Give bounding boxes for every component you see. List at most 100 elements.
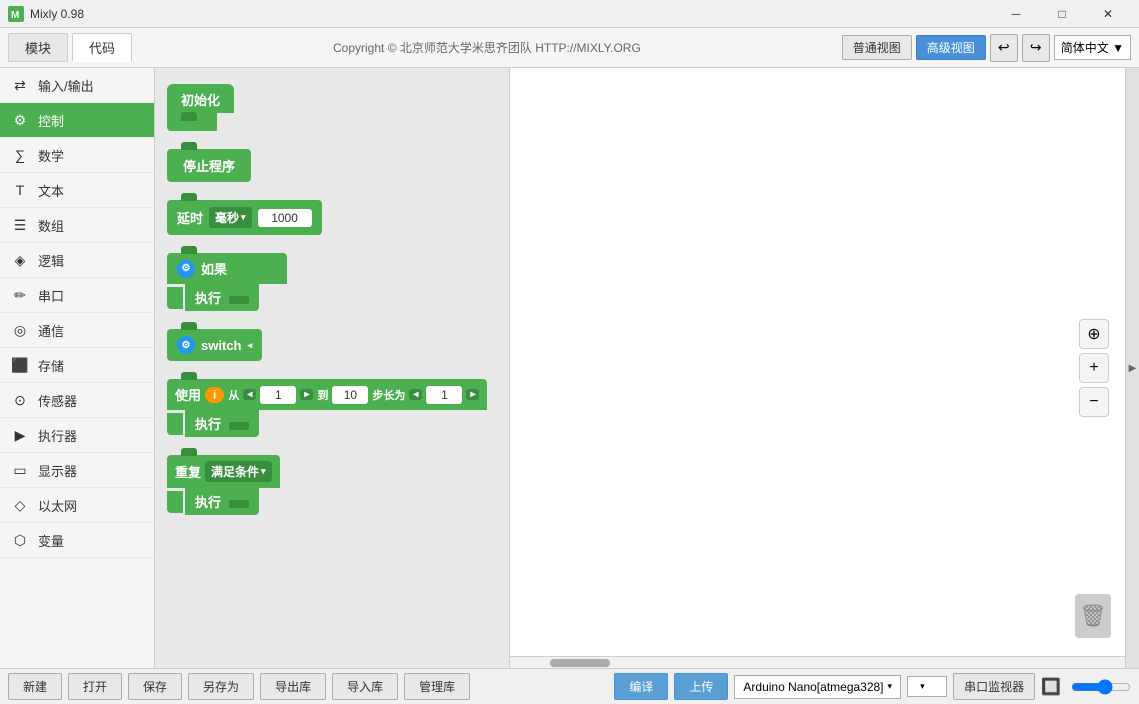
language-select[interactable]: 简体中文 ▼ [1054, 35, 1131, 60]
undo-button[interactable]: ↩ [990, 34, 1018, 62]
board-select[interactable]: Arduino Nano[atmega328] ▾ [734, 675, 901, 699]
while-chevron-down-icon: ▾ [261, 466, 266, 477]
export-lib-button[interactable]: 导出库 [260, 673, 326, 700]
sidebar: ⇄ 输入/输出 ⚙ 控制 ∑ 数学 T 文本 ☰ 数组 ◈ 逻辑 [0, 68, 155, 668]
horizontal-scrollbar[interactable] [510, 656, 1125, 668]
block-init[interactable]: 初始化 [167, 84, 497, 131]
block-switch[interactable]: ⚙ switch ◂ [167, 329, 497, 361]
tab-code[interactable]: 代码 [72, 33, 132, 62]
chevron-down-icon: ▾ [241, 212, 246, 223]
svg-text:M: M [11, 10, 19, 21]
block-for-sub-label: 执行 [195, 417, 221, 432]
view-advanced-button[interactable]: 高级视图 [916, 35, 986, 60]
sidebar-item-label: 存储 [38, 356, 64, 375]
chevron-right2-icon: ▸ [466, 389, 479, 400]
scrollbar-thumb [550, 659, 610, 667]
sidebar-item-variable[interactable]: ⬡ 变量 [0, 523, 154, 558]
block-if[interactable]: ⚙ 如果 执行 [167, 253, 497, 311]
slider-area [1071, 679, 1131, 695]
variable-icon: ⬡ [10, 530, 30, 550]
save-as-button[interactable]: 另存为 [188, 673, 254, 700]
zoom-fit-button[interactable]: ⊕ [1079, 319, 1109, 349]
block-while[interactable]: 重复 满足条件 ▾ 执行 [167, 455, 497, 515]
serial-monitor-button[interactable]: 串口监视器 [953, 673, 1035, 700]
new-button[interactable]: 新建 [8, 673, 62, 700]
port-select[interactable]: ▾ [907, 676, 947, 697]
redo-button[interactable]: ↪ [1022, 34, 1050, 62]
sidebar-item-label: 控制 [38, 111, 64, 130]
close-button[interactable]: ✕ [1085, 0, 1131, 28]
sidebar-item-storage[interactable]: ⬛ 存储 [0, 348, 154, 383]
sidebar-item-sensor[interactable]: ⊙ 传感器 [0, 383, 154, 418]
math-icon: ∑ [10, 145, 30, 165]
storage-icon: ⬛ [10, 355, 30, 375]
titlebar: M Mixly 0.98 ─ □ ✕ [0, 0, 1139, 28]
logic-icon: ◈ [10, 250, 30, 270]
sidebar-item-display[interactable]: ▭ 显示器 [0, 453, 154, 488]
right-panel-handle[interactable]: ▶ [1125, 68, 1139, 668]
sidebar-item-actuator[interactable]: ▶ 执行器 [0, 418, 154, 453]
upload-button[interactable]: 上传 [674, 673, 728, 700]
trash-icon: 🗑 [1079, 603, 1107, 629]
for-step-input[interactable] [426, 386, 462, 404]
array-icon: ☰ [10, 215, 30, 235]
trash-area[interactable]: 🗑 [1075, 594, 1111, 638]
zoom-out-button[interactable]: − [1079, 387, 1109, 417]
sidebar-item-math[interactable]: ∑ 数学 [0, 138, 154, 173]
block-if-label: 如果 [201, 259, 227, 278]
sidebar-item-label: 传感器 [38, 391, 77, 410]
minimize-button[interactable]: ─ [993, 0, 1039, 28]
zoom-in-button[interactable]: + [1079, 353, 1109, 383]
open-button[interactable]: 打开 [68, 673, 122, 700]
compile-button[interactable]: 编译 [614, 673, 668, 700]
switch-gear-icon: ⚙ [177, 336, 195, 354]
sidebar-item-serial[interactable]: ✏ 串口 [0, 278, 154, 313]
serial-icon: ✏ [10, 285, 30, 305]
handle-icon: ▶ [1129, 363, 1137, 374]
chevron-right-icon: ▸ [300, 389, 313, 400]
block-delay[interactable]: 延时 毫秒 ▾ [167, 200, 497, 235]
control-icon: ⚙ [10, 110, 30, 130]
sidebar-item-comm[interactable]: ◎ 通信 [0, 313, 154, 348]
sidebar-item-label: 逻辑 [38, 251, 64, 270]
delay-value-input[interactable] [258, 209, 312, 227]
chip-icon: 🔲 [1041, 677, 1061, 697]
sidebar-item-input-output[interactable]: ⇄ 输入/输出 [0, 68, 154, 103]
sidebar-item-label: 串口 [38, 286, 64, 305]
sidebar-item-control[interactable]: ⚙ 控制 [0, 103, 154, 138]
while-cond-dropdown[interactable]: 满足条件 ▾ [205, 461, 272, 482]
maximize-button[interactable]: □ [1039, 0, 1085, 28]
block-stop[interactable]: 停止程序 [167, 149, 497, 182]
for-to-input[interactable] [332, 386, 368, 404]
canvas-controls: ⊕ + − [1079, 319, 1109, 417]
block-if-sub-label: 执行 [195, 291, 221, 306]
sidebar-item-label: 数组 [38, 216, 64, 235]
block-init-label: 初始化 [181, 93, 220, 108]
sidebar-item-array[interactable]: ☰ 数组 [0, 208, 154, 243]
gear-icon: ⚙ [177, 260, 195, 278]
board-chevron-icon: ▾ [888, 681, 893, 692]
block-while-label: 重复 [175, 462, 201, 481]
port-chevron-icon: ▾ [920, 681, 925, 692]
sidebar-item-label: 执行器 [38, 426, 77, 445]
body-area: ⇄ 输入/输出 ⚙ 控制 ∑ 数学 T 文本 ☰ 数组 ◈ 逻辑 [0, 68, 1139, 668]
copyright-text: Copyright © 北京师范大学米思齐团队 HTTP://MIXLY.ORG [136, 39, 838, 56]
chevron-left-icon: ◂ [243, 389, 256, 400]
manage-button[interactable]: 管理库 [404, 673, 470, 700]
view-normal-button[interactable]: 普通视图 [842, 35, 912, 60]
sidebar-item-ethernet[interactable]: ◇ 以太网 [0, 488, 154, 523]
sidebar-item-label: 显示器 [38, 461, 77, 480]
zoom-slider[interactable] [1071, 679, 1131, 695]
sidebar-item-label: 以太网 [38, 496, 77, 515]
for-from-input[interactable] [260, 386, 296, 404]
import-lib-button[interactable]: 导入库 [332, 673, 398, 700]
block-for[interactable]: 使用 i 从 ◂ ▸ 到 步长为 ◂ ▸ [167, 379, 497, 437]
switch-arrow-icon: ◂ [247, 340, 252, 351]
display-icon: ▭ [10, 460, 30, 480]
save-button[interactable]: 保存 [128, 673, 182, 700]
sidebar-item-text[interactable]: T 文本 [0, 173, 154, 208]
sidebar-item-logic[interactable]: ◈ 逻辑 [0, 243, 154, 278]
delay-unit-dropdown[interactable]: 毫秒 ▾ [209, 207, 252, 228]
tab-blocks[interactable]: 模块 [8, 33, 68, 62]
toolbar: 模块 代码 Copyright © 北京师范大学米思齐团队 HTTP://MIX… [0, 28, 1139, 68]
